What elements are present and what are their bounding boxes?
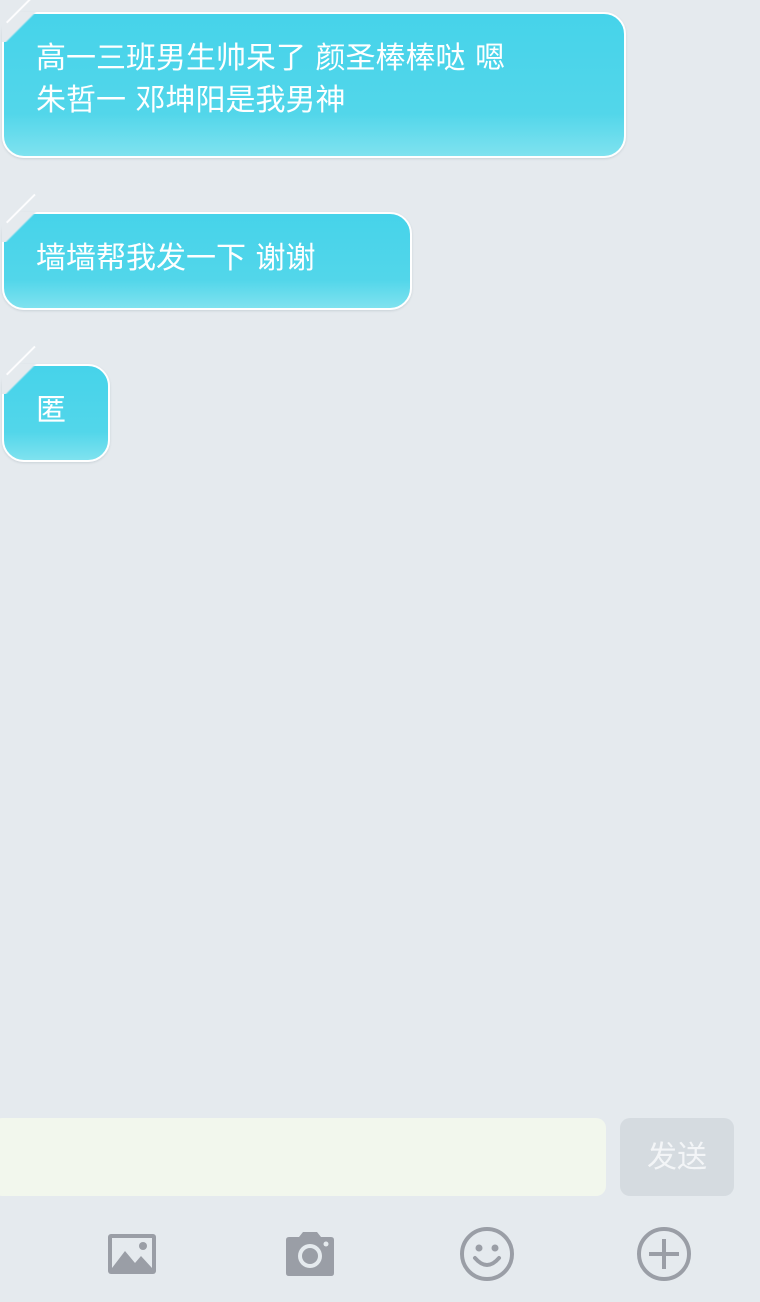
bubble-tail — [6, 0, 36, 24]
image-icon — [108, 1234, 156, 1274]
send-button[interactable]: 发送 — [620, 1118, 734, 1196]
image-button[interactable] — [102, 1224, 162, 1284]
message-text: 墙墙帮我发一下 谢谢 — [36, 241, 316, 276]
message-bubble[interactable]: 匿 — [2, 345, 110, 462]
composer-toolbar — [0, 1206, 760, 1302]
plus-circle-icon — [637, 1227, 691, 1281]
composer-bar: 发送 — [0, 1110, 760, 1206]
emoji-icon — [460, 1227, 514, 1281]
emoji-button[interactable] — [457, 1224, 517, 1284]
camera-icon — [286, 1232, 334, 1276]
camera-button[interactable] — [280, 1224, 340, 1284]
bubble-tail — [6, 193, 36, 224]
message-text: 匿 — [36, 393, 66, 428]
message-input[interactable] — [0, 1118, 606, 1196]
message-bubble[interactable]: 高一三班男生帅呆了 颜圣棒棒哒 嗯 朱哲一 邓坤阳是我男神 — [2, 0, 626, 158]
message-list: 高一三班男生帅呆了 颜圣棒棒哒 嗯 朱哲一 邓坤阳是我男神 墙墙帮我发一下 谢谢… — [0, 0, 760, 1110]
message-bubble[interactable]: 墙墙帮我发一下 谢谢 — [2, 193, 412, 310]
more-button[interactable] — [634, 1224, 694, 1284]
bubble-tail — [6, 345, 36, 376]
message-text: 高一三班男生帅呆了 颜圣棒棒哒 嗯 朱哲一 邓坤阳是我男神 — [36, 41, 506, 118]
